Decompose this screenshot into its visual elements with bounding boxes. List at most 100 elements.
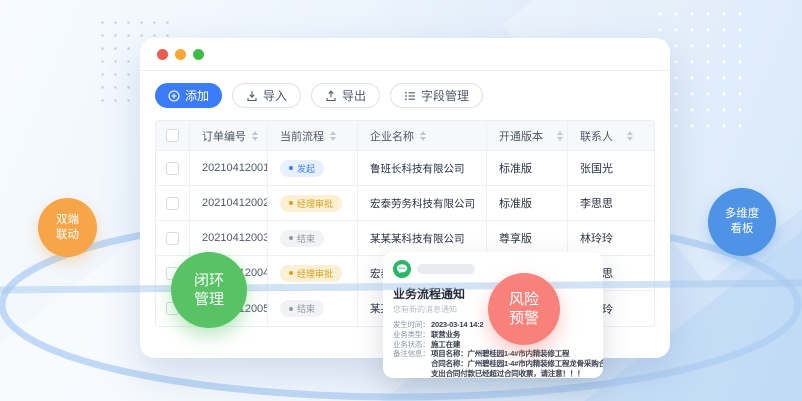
badge-label: 多维度 [725,207,760,222]
sort-icon[interactable] [252,131,258,141]
status-pill: 结束 [280,300,324,317]
add-button[interactable]: 添加 [155,83,222,108]
badge-multidimensional-dashboard: 多维度 看板 [708,188,776,256]
field-label: 业务状态： [393,340,431,350]
remark-line: 支出合同付款已经超过合同收票，请注意！！！ [431,369,603,378]
badge-label: 闭环 [194,271,224,291]
notification-header [393,260,593,278]
version-value: 标准版 [499,195,532,211]
field-value: 项目名称：广州碧桂园1-4#市内精装修工程 合同名称：广州碧桂园1-4#市内精装… [431,349,603,378]
flow-cell: 经理审批 [268,186,358,220]
contact-cell: 张国光 [568,151,656,185]
header-flow-label: 当前流程 [280,128,324,144]
import-button[interactable]: 导入 [232,83,301,108]
export-button[interactable]: 导出 [311,83,380,108]
sort-icon[interactable] [420,131,426,141]
field-label: 业务类型： [393,330,431,340]
order-cell: 20210412003 [190,221,268,255]
status-label: 经理审批 [297,267,333,280]
badge-label: 管理 [194,290,224,310]
flow-cell: 结束 [268,291,358,326]
row-checkbox[interactable] [166,162,179,175]
skeleton-placeholder [417,264,475,274]
order-cell: 20210412001 [190,151,268,185]
field-value: 2023-03-14 14:2 [431,320,483,330]
window-titlebar [140,38,670,71]
order-value: 20210412001 [202,162,268,174]
header-version-label: 开通版本 [499,128,543,144]
field-label: 备注信息： [393,349,431,378]
remark-line: 项目名称：广州碧桂园1-4#市内精装修工程 [431,349,603,359]
window-zoom-button[interactable] [193,49,204,60]
flow-cell: 结束 [268,221,358,255]
flow-cell: 发起 [268,151,358,185]
field-value: 联营业务 [431,330,460,340]
order-value: 20210412003 [202,232,268,244]
header-flow[interactable]: 当前流程 [268,121,358,150]
header-version[interactable]: 开通版本 [487,121,568,150]
status-label: 经理审批 [297,197,333,210]
window-minimize-button[interactable] [175,49,186,60]
field-label: 发生时间： [393,320,431,330]
add-button-label: 添加 [185,87,209,104]
header-contact-label: 联系人 [580,128,613,144]
badge-risk-alert: 风险 预警 [488,273,560,345]
row-checkbox-cell [156,151,190,185]
field-management-button-label: 字段管理 [421,87,469,104]
import-button-label: 导入 [263,87,287,104]
field-management-button[interactable]: 字段管理 [390,83,483,108]
header-contact[interactable]: 联系人 [568,121,656,150]
company-cell: 鲁班长科技有限公司 [358,151,487,185]
select-all-cell [156,121,190,150]
row-checkbox[interactable] [166,197,179,210]
notification-field-type: 业务类型： 联营业务 [393,330,593,340]
import-icon [246,90,258,102]
header-order[interactable]: 订单编号 [190,121,268,150]
status-label: 发起 [297,162,315,175]
company-value: 宏泰劳务科技有限公司 [370,196,475,211]
sort-icon[interactable] [330,131,336,141]
window-close-button[interactable] [157,49,168,60]
status-pill: 发起 [280,160,324,177]
status-pill: 经理审批 [280,195,342,212]
contact-value: 林玲玲 [580,230,613,246]
table-header-row: 订单编号 当前流程 企业名称 开通版本 联系人 [156,121,654,151]
version-value: 标准版 [499,160,532,176]
version-cell: 标准版 [487,151,568,185]
table-row: 20210412002 经理审批 宏泰劳务科技有限公司 标准版 李思思 [156,186,654,221]
version-value: 尊享版 [499,230,532,246]
notification-field-remark: 备注信息： 项目名称：广州碧桂园1-4#市内精装修工程 合同名称：广州碧桂园1-… [393,349,593,378]
badge-label: 双端 [56,213,79,228]
contact-cell: 林玲玲 [568,221,656,255]
select-all-checkbox[interactable] [166,129,179,142]
badge-label: 风险 [509,290,539,310]
status-pill: 结束 [280,230,324,247]
row-checkbox-cell [156,186,190,220]
wechat-icon [393,260,411,278]
row-checkbox[interactable] [166,232,179,245]
badge-label: 预警 [509,309,539,329]
header-company-label: 企业名称 [370,128,414,144]
version-cell: 标准版 [487,186,568,220]
sort-icon[interactable] [557,131,563,141]
status-label: 结束 [297,302,315,315]
toolbar: 添加 导入 导出 [140,71,670,108]
contact-value: 李思思 [580,195,613,211]
sort-icon[interactable] [627,131,633,141]
table-row: 20210412003 结束 某某某科技有限公司 尊享版 林玲玲 [156,221,654,256]
remark-line: 合同名称：广州碧桂园1-4#市内精装修工程龙骨采购合同 [431,359,603,369]
badge-closed-loop-management: 闭环 管理 [171,252,247,328]
plus-circle-icon [168,90,180,102]
company-value: 某某某科技有限公司 [370,231,465,246]
badge-dual-link: 双端 联动 [38,198,97,257]
badge-label: 看板 [731,222,754,237]
company-cell: 宏泰劳务科技有限公司 [358,186,487,220]
field-list-icon [404,90,416,102]
order-value: 20210412002 [202,197,268,209]
flow-cell: 经理审批 [268,256,358,290]
company-cell: 某某某科技有限公司 [358,221,487,255]
notification-field-state: 业务状态： 施工在建 [393,340,593,350]
status-label: 结束 [297,232,315,245]
field-value: 施工在建 [431,340,460,350]
header-company[interactable]: 企业名称 [358,121,487,150]
